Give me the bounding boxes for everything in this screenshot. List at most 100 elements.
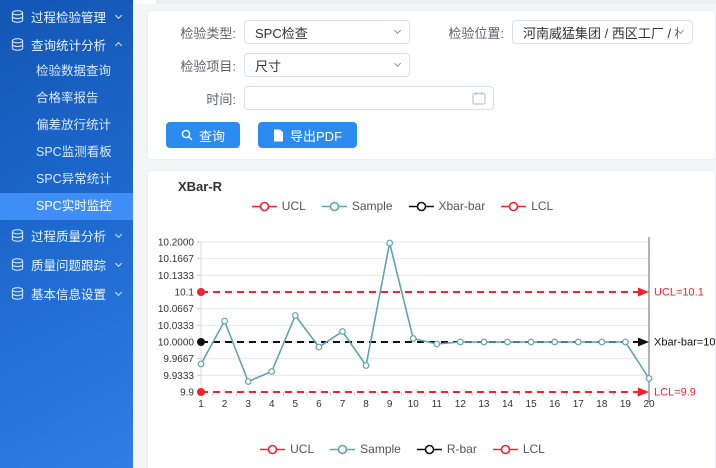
filter-panel: 检验类型: SPC检查 检验位置: 河南威猛集团 / 西区工厂 / 机加 检验项… bbox=[147, 10, 716, 160]
svg-text:LCL=9.9: LCL=9.9 bbox=[654, 387, 696, 399]
sidebar-item-SPC监测看板[interactable]: SPC监测看板 bbox=[0, 139, 133, 166]
inspection-type-label: 检验类型: bbox=[148, 23, 236, 42]
search-icon bbox=[181, 129, 193, 141]
svg-text:18: 18 bbox=[596, 399, 608, 410]
legend-marker bbox=[260, 444, 285, 455]
sidebar-group-label: 过程质量分析 bbox=[31, 226, 112, 245]
legend-label: LCL bbox=[523, 442, 545, 456]
inspection-location-value: 河南威猛集团 / 西区工厂 / 机加 bbox=[523, 23, 678, 42]
chevron-down-icon bbox=[115, 11, 122, 18]
chevron-down-icon bbox=[394, 27, 401, 34]
svg-text:9.9333: 9.9333 bbox=[163, 371, 194, 382]
chart-legend-top: UCL Sample Xbar-bar LCL bbox=[148, 197, 657, 215]
svg-text:2: 2 bbox=[222, 399, 228, 410]
file-pdf-icon bbox=[273, 129, 284, 142]
svg-text:5: 5 bbox=[293, 399, 299, 410]
database-icon bbox=[11, 287, 24, 300]
legend-label: R-bar bbox=[447, 442, 477, 456]
svg-text:10.1667: 10.1667 bbox=[158, 254, 195, 265]
chevron-down-icon bbox=[394, 60, 401, 67]
spc-chart-panel: XBar-R UCLSampleXbar-barLCL 10.200010.16… bbox=[147, 170, 716, 468]
svg-text:10.1333: 10.1333 bbox=[158, 271, 195, 282]
legend-item-UCL[interactable]: UCL bbox=[260, 442, 314, 456]
legend-item-LCL[interactable]: LCL bbox=[493, 442, 545, 456]
svg-text:7: 7 bbox=[340, 399, 346, 410]
sidebar-group-label: 基本信息设置 bbox=[31, 284, 112, 303]
sidebar-item-检验数据查询[interactable]: 检验数据查询 bbox=[0, 58, 133, 85]
svg-text:10.0333: 10.0333 bbox=[158, 321, 195, 332]
svg-text:9.9: 9.9 bbox=[180, 388, 194, 399]
sidebar-group-label: 查询统计分析 bbox=[31, 35, 112, 54]
chevron-up-icon bbox=[115, 42, 122, 49]
time-label: 时间: bbox=[148, 89, 236, 108]
inspection-location-select[interactable]: 河南威猛集团 / 西区工厂 / 机加 bbox=[512, 20, 693, 44]
sidebar-group-质量问题跟踪[interactable]: 质量问题跟踪 bbox=[0, 250, 133, 278]
sidebar-item-合格率报告[interactable]: 合格率报告 bbox=[0, 85, 133, 112]
filter-actions: 查询 导出PDF bbox=[148, 122, 715, 148]
svg-text:UCL=10.1: UCL=10.1 bbox=[654, 287, 704, 299]
svg-text:9: 9 bbox=[387, 399, 393, 410]
svg-text:4: 4 bbox=[269, 399, 275, 410]
legend-label: LCL bbox=[531, 199, 553, 213]
tab-bar-edge bbox=[133, 0, 716, 4]
legend-marker bbox=[409, 201, 434, 212]
svg-text:19: 19 bbox=[620, 399, 632, 410]
sidebar-group-过程检验管理[interactable]: 过程检验管理 bbox=[0, 2, 133, 30]
sidebar-group-查询统计分析[interactable]: 查询统计分析 bbox=[0, 30, 133, 58]
inspection-location-label: 检验位置: bbox=[434, 23, 504, 42]
svg-text:Xbar-bar=10: Xbar-bar=10 bbox=[654, 337, 715, 349]
sidebar-item-偏差放行统计[interactable]: 偏差放行统计 bbox=[0, 112, 133, 139]
legend-item-Sample[interactable]: Sample bbox=[322, 199, 393, 213]
legend-item-Sample[interactable]: Sample bbox=[330, 442, 401, 456]
svg-text:15: 15 bbox=[526, 399, 538, 410]
inspection-item-value: 尺寸 bbox=[255, 56, 395, 75]
svg-text:16: 16 bbox=[549, 399, 561, 410]
legend-label: Sample bbox=[352, 199, 393, 213]
sidebar-group-基本信息设置[interactable]: 基本信息设置 bbox=[0, 279, 133, 307]
database-icon bbox=[11, 38, 24, 51]
svg-text:13: 13 bbox=[478, 399, 490, 410]
main-content: 检验类型: SPC检查 检验位置: 河南威猛集团 / 西区工厂 / 机加 检验项… bbox=[133, 0, 716, 468]
chevron-down-icon bbox=[115, 259, 122, 266]
legend-marker bbox=[493, 444, 518, 455]
svg-text:10.0000: 10.0000 bbox=[158, 338, 195, 349]
svg-text:8: 8 bbox=[363, 399, 369, 410]
inspection-item-select[interactable]: 尺寸 bbox=[244, 53, 410, 77]
chevron-down-icon bbox=[115, 288, 122, 295]
legend-marker bbox=[322, 201, 347, 212]
legend-marker bbox=[501, 201, 526, 212]
query-button[interactable]: 查询 bbox=[166, 122, 240, 148]
sidebar-item-SPC实时监控[interactable]: SPC实时监控 bbox=[0, 193, 133, 220]
query-button-label: 查询 bbox=[199, 126, 225, 145]
time-input[interactable] bbox=[244, 86, 494, 110]
legend-label: Xbar-bar bbox=[439, 199, 486, 213]
sidebar-group-label: 质量问题跟踪 bbox=[31, 255, 112, 274]
legend-item-R-bar[interactable]: R-bar bbox=[417, 442, 477, 456]
export-pdf-button[interactable]: 导出PDF bbox=[258, 122, 357, 148]
svg-text:10.0667: 10.0667 bbox=[158, 304, 195, 315]
filter-row-1: 检验类型: SPC检查 检验位置: 河南威猛集团 / 西区工厂 / 机加 bbox=[148, 20, 715, 44]
sidebar-group-label: 过程检验管理 bbox=[31, 7, 112, 26]
svg-text:17: 17 bbox=[573, 399, 585, 410]
database-icon bbox=[11, 229, 24, 242]
legend-label: Sample bbox=[360, 442, 401, 456]
chevron-down-icon bbox=[677, 27, 684, 34]
export-pdf-button-label: 导出PDF bbox=[290, 126, 342, 145]
inspection-type-select[interactable]: SPC检查 bbox=[244, 20, 410, 44]
svg-text:3: 3 bbox=[245, 399, 251, 410]
database-icon bbox=[11, 10, 24, 23]
svg-text:12: 12 bbox=[455, 399, 467, 410]
sidebar-item-SPC异常统计[interactable]: SPC异常统计 bbox=[0, 166, 133, 193]
inspection-type-value: SPC检查 bbox=[255, 23, 395, 42]
inspection-item-label: 检验项目: bbox=[148, 56, 236, 75]
legend-item-Xbar-bar[interactable]: Xbar-bar bbox=[409, 199, 486, 213]
chevron-down-icon bbox=[115, 230, 122, 237]
sidebar-group-过程质量分析[interactable]: 过程质量分析 bbox=[0, 221, 133, 249]
legend-label: UCL bbox=[282, 199, 306, 213]
legend-item-LCL[interactable]: LCL bbox=[501, 199, 553, 213]
legend-marker bbox=[417, 444, 442, 455]
legend-item-UCL[interactable]: UCL bbox=[252, 199, 306, 213]
legend-marker bbox=[330, 444, 355, 455]
svg-text:11: 11 bbox=[432, 399, 443, 410]
chart-title: XBar-R bbox=[178, 179, 715, 197]
